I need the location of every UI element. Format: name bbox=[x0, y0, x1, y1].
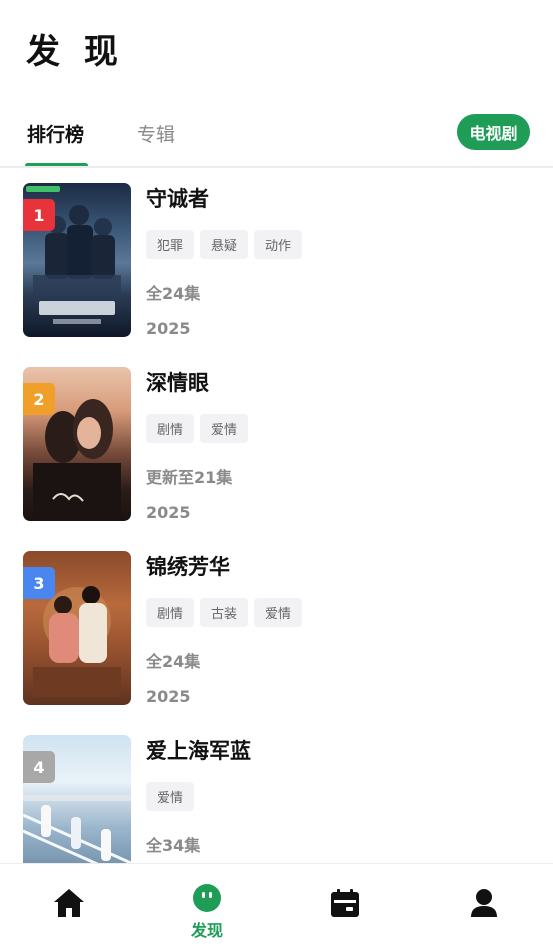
header: 发 现 排行榜 专辑 电视剧 bbox=[0, 0, 553, 168]
release-year: 2025 bbox=[146, 503, 191, 522]
nav-calendar[interactable] bbox=[276, 864, 414, 951]
show-title[interactable]: 守诚者 bbox=[146, 183, 209, 213]
genre-tag: 爱情 bbox=[200, 414, 249, 443]
discover-icon bbox=[190, 881, 224, 915]
genre-tag: 爱情 bbox=[146, 782, 195, 811]
genre-tag: 古装 bbox=[200, 598, 249, 627]
show-title[interactable]: 深情眼 bbox=[146, 367, 209, 397]
tag-list: 爱情 bbox=[146, 782, 195, 811]
tag-list: 剧情 爱情 bbox=[146, 414, 249, 443]
category-filter-pill[interactable]: 电视剧 bbox=[457, 114, 530, 150]
show-title[interactable]: 锦绣芳华 bbox=[146, 551, 230, 581]
nav-discover-label: 发现 bbox=[190, 921, 223, 940]
nav-discover[interactable]: 发现 bbox=[138, 864, 276, 951]
genre-tag: 悬疑 bbox=[200, 230, 249, 259]
poster-image[interactable]: 4 bbox=[23, 735, 131, 863]
episode-count: 全34集 bbox=[146, 836, 201, 855]
poster-image[interactable]: 2 bbox=[23, 367, 131, 521]
rank-badge: 3 bbox=[23, 567, 55, 599]
home-icon bbox=[52, 886, 86, 920]
nav-profile[interactable] bbox=[415, 864, 553, 951]
show-title[interactable]: 爱上海军蓝 bbox=[146, 735, 251, 765]
bottom-nav: 发现 bbox=[0, 863, 553, 951]
tab-bar: 排行榜 专辑 电视剧 bbox=[0, 112, 553, 168]
user-icon bbox=[467, 886, 501, 920]
list-item[interactable]: 3 锦绣芳华 剧情 古装 爱情 全24集 2025 bbox=[0, 536, 553, 720]
release-year: 2025 bbox=[146, 687, 191, 706]
episode-count: 全24集 bbox=[146, 652, 201, 671]
list-item[interactable]: 2 深情眼 剧情 爱情 更新至21集 2025 bbox=[0, 352, 553, 536]
episode-count: 全24集 bbox=[146, 284, 201, 303]
tag-list: 剧情 古装 爱情 bbox=[146, 598, 303, 627]
calendar-icon bbox=[328, 886, 362, 920]
list-item[interactable]: 1 守诚者 犯罪 悬疑 动作 全24集 2025 bbox=[0, 168, 553, 352]
genre-tag: 犯罪 bbox=[146, 230, 195, 259]
tag-list: 犯罪 悬疑 动作 bbox=[146, 230, 303, 259]
genre-tag: 动作 bbox=[254, 230, 303, 259]
tab-ranking[interactable]: 排行榜 bbox=[27, 120, 84, 147]
rank-badge: 4 bbox=[23, 751, 55, 783]
release-year: 2025 bbox=[146, 319, 191, 338]
tab-albums[interactable]: 专辑 bbox=[137, 120, 175, 147]
poster-image[interactable]: 3 bbox=[23, 551, 131, 705]
genre-tag: 剧情 bbox=[146, 414, 195, 443]
episode-count: 更新至21集 bbox=[146, 468, 233, 487]
rank-badge: 1 bbox=[23, 199, 55, 231]
genre-tag: 剧情 bbox=[146, 598, 195, 627]
ranking-list: 1 守诚者 犯罪 悬疑 动作 全24集 2025 2 深情眼 剧情 爱情 更新至 bbox=[0, 168, 553, 863]
genre-tag: 爱情 bbox=[254, 598, 303, 627]
rank-badge: 2 bbox=[23, 383, 55, 415]
nav-home[interactable] bbox=[0, 864, 138, 951]
poster-image[interactable]: 1 bbox=[23, 183, 131, 337]
page-title: 发 现 bbox=[26, 32, 124, 72]
list-item[interactable]: 4 爱上海军蓝 爱情 全34集 bbox=[0, 720, 553, 863]
